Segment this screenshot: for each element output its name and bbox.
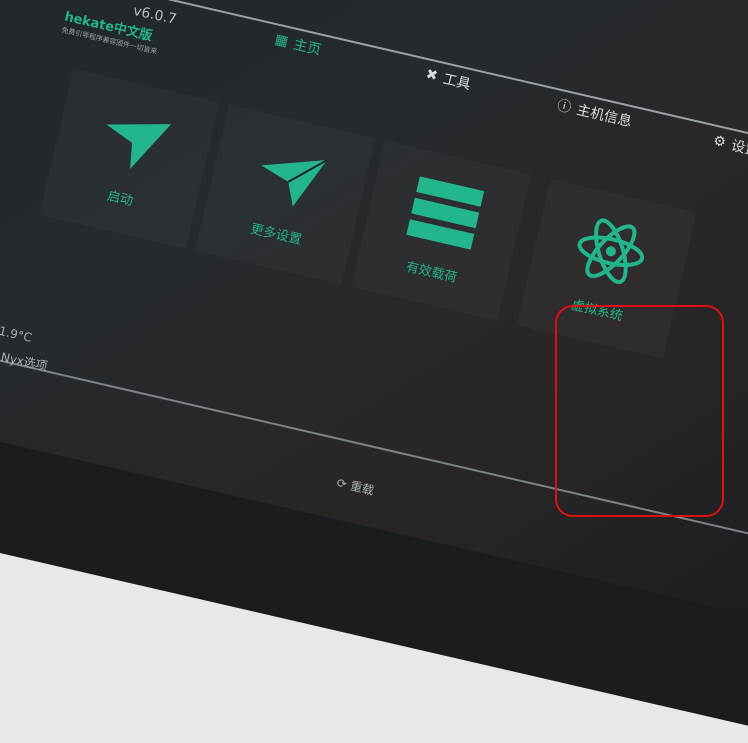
tab-console-info[interactable]: ⓘ 主机信息 xyxy=(555,95,634,132)
grid-icon: ▦ xyxy=(273,31,290,51)
refresh-icon: ⟳ xyxy=(335,475,349,492)
tab-settings[interactable]: ⚙ 设置 xyxy=(711,131,748,161)
server-icon xyxy=(406,175,485,250)
tile-launch[interactable]: 启动 xyxy=(39,69,219,249)
paper-plane-icon xyxy=(261,158,328,207)
tile-more-config[interactable]: 更多设置 xyxy=(195,105,375,285)
info-icon: ⓘ xyxy=(555,97,573,117)
atom-icon xyxy=(577,217,645,284)
wrench-icon: ✖ xyxy=(424,66,440,85)
gear-icon: ⚙ xyxy=(711,132,728,152)
highlight-ring xyxy=(555,305,724,517)
status-bar: 23 • 🌡 21.9°C xyxy=(0,322,34,345)
reload-button[interactable]: ⟳ 重载 xyxy=(335,474,376,499)
tile-payloads[interactable]: 有效载荷 xyxy=(351,141,531,321)
send-icon xyxy=(106,123,172,169)
